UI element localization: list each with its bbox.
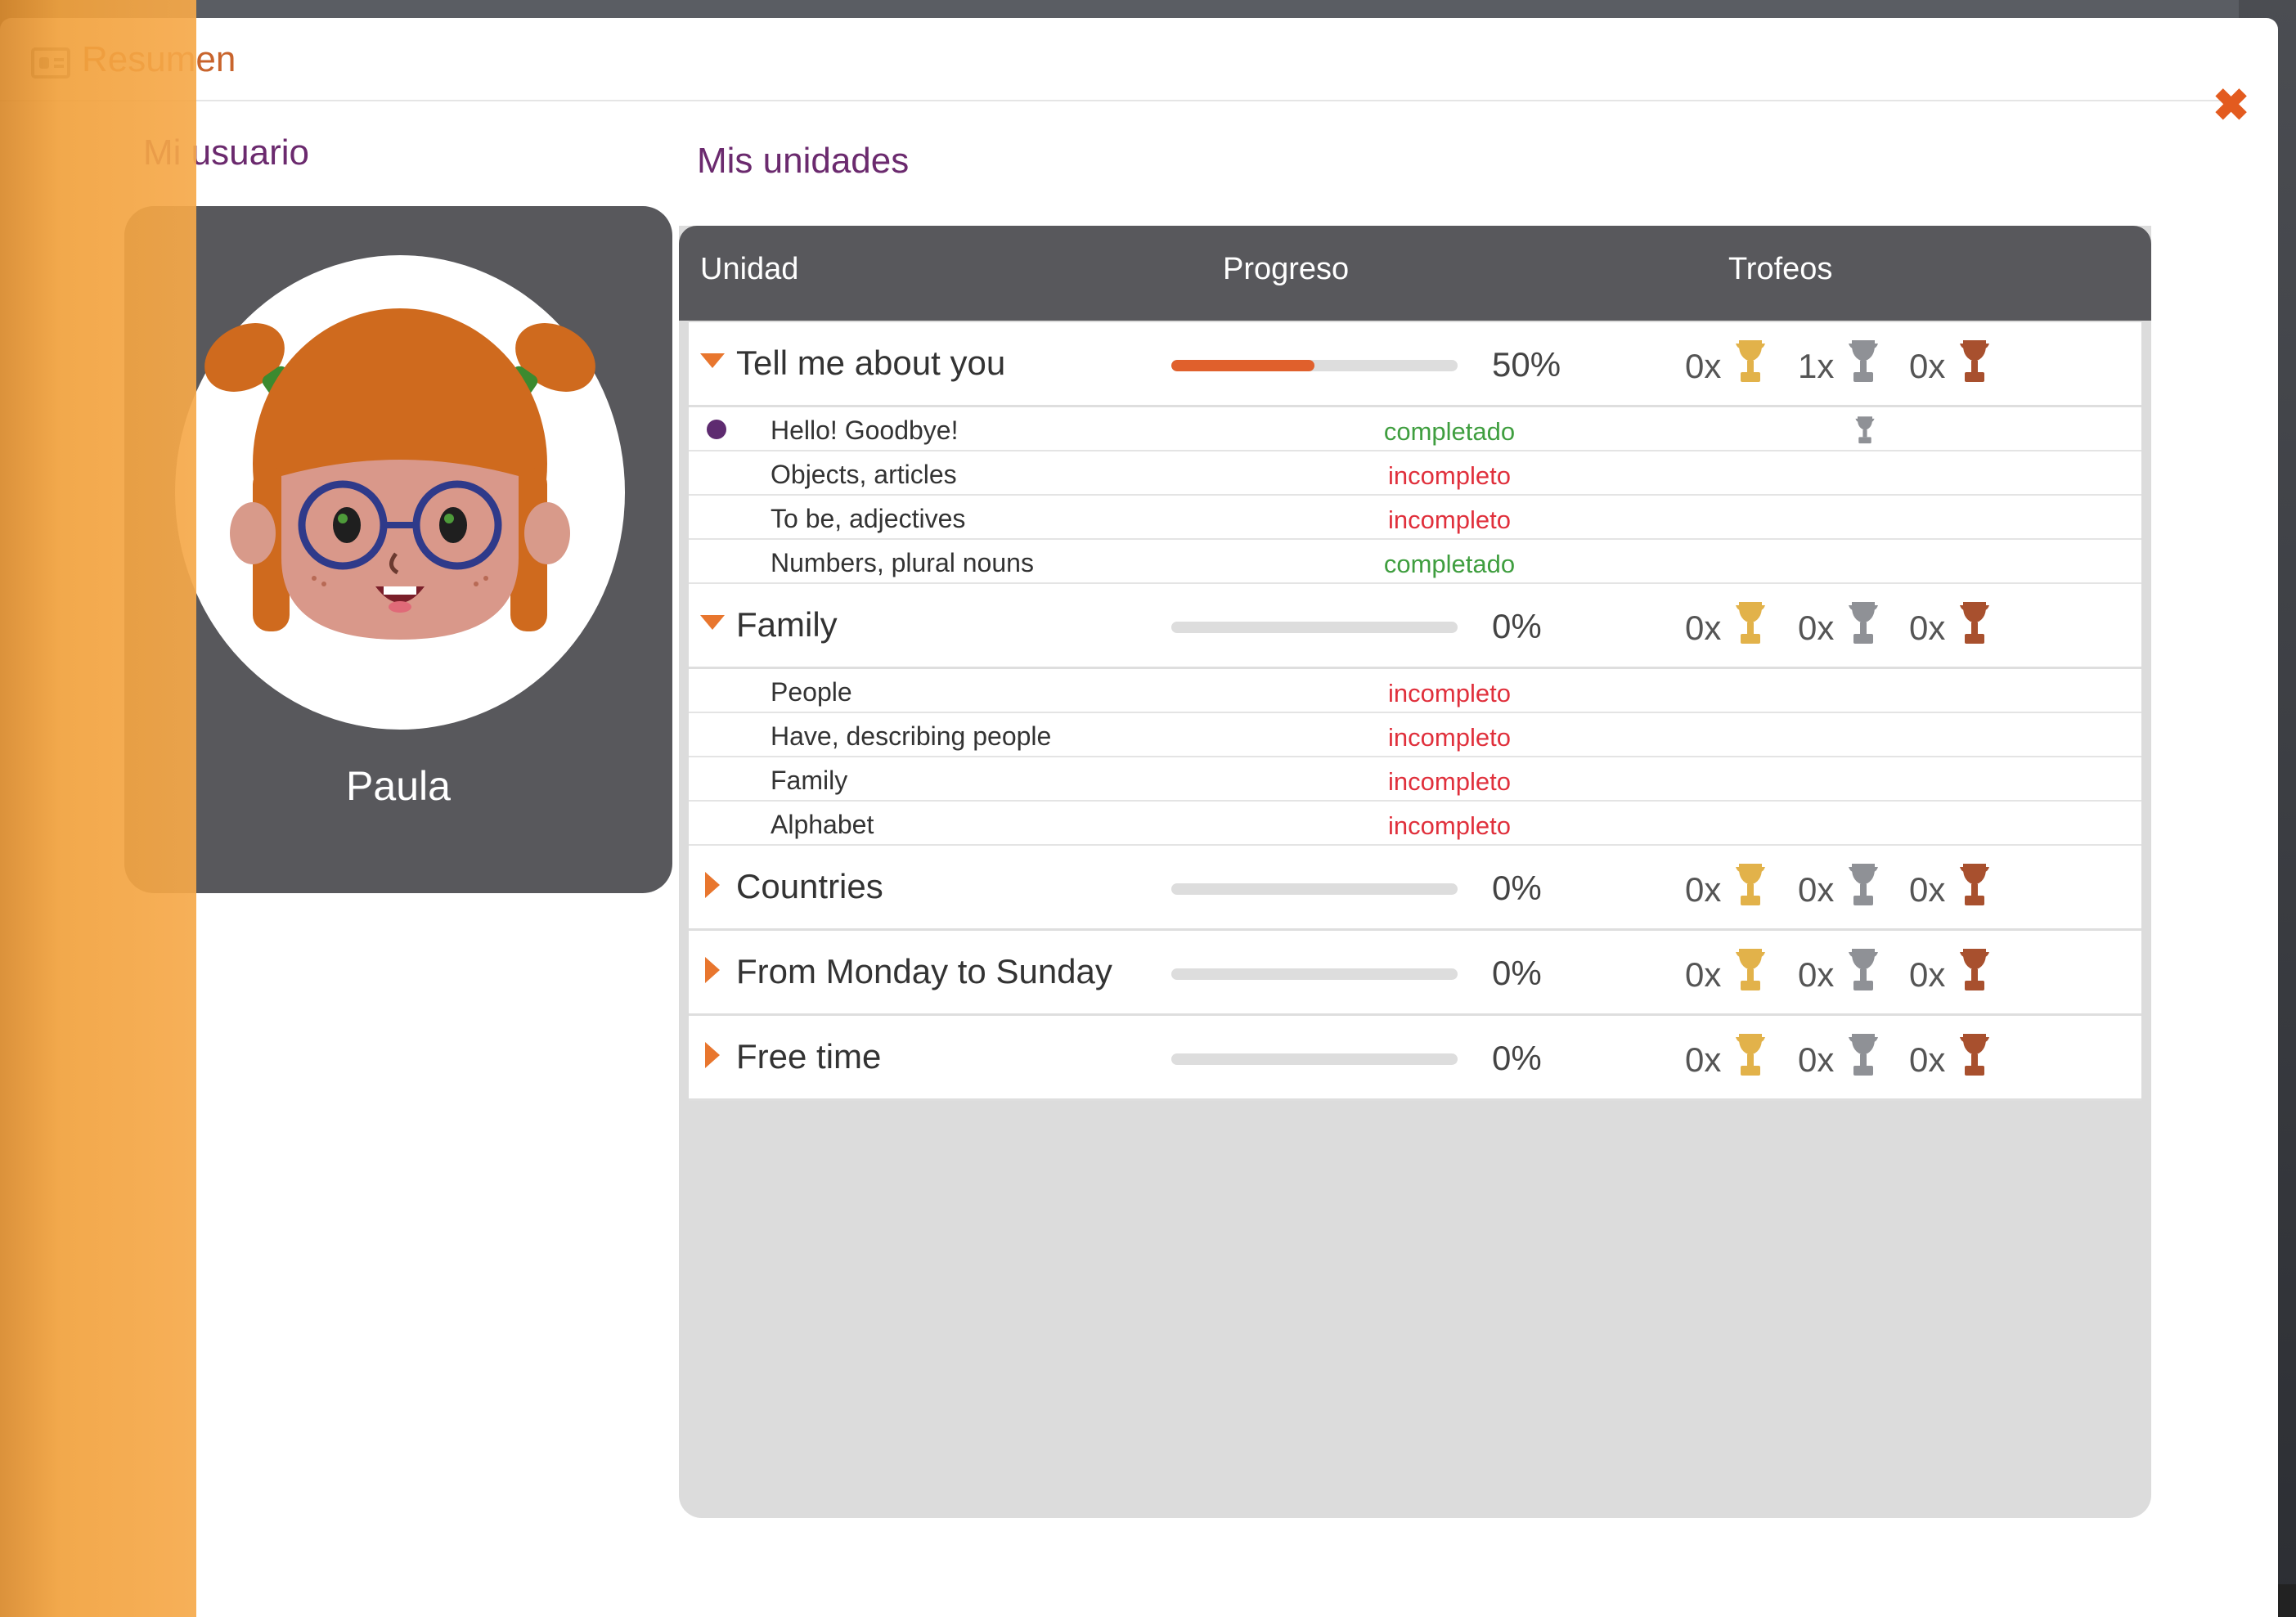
- lesson-status: incompleto: [1388, 767, 1511, 796]
- avatar-girl-icon: [204, 308, 595, 640]
- trophy-count-label: 0x: [1685, 609, 1722, 647]
- trophy-count-label: 0x: [1909, 609, 1946, 647]
- lesson-row[interactable]: People incompleto: [689, 669, 2141, 713]
- column-trophies: Trofeos: [1728, 252, 1833, 286]
- lesson-status: incompleto: [1388, 811, 1511, 840]
- silver-trophy-icon: [1849, 1034, 1878, 1076]
- avatar: [175, 255, 625, 730]
- progress-bar: [1171, 622, 1458, 633]
- trophy-count-label: 0x: [1798, 870, 1835, 909]
- user-card: Paula: [124, 206, 672, 893]
- bronze-trophy-icon: [1960, 340, 1989, 382]
- lesson-name[interactable]: Alphabet: [771, 810, 874, 840]
- user-name: Paula: [346, 763, 451, 809]
- lesson-row[interactable]: Objects, articles incompleto: [689, 451, 2141, 496]
- lesson-status: completado: [1383, 417, 1516, 446]
- progress-percent: 0%: [1492, 869, 1542, 907]
- progress-percent: 0%: [1492, 954, 1542, 992]
- modal-header: Resumen: [0, 18, 2241, 101]
- caret-right-icon[interactable]: [705, 1042, 720, 1068]
- unit-name[interactable]: From Monday to Sunday: [736, 952, 1112, 991]
- lesson-name[interactable]: Numbers, plural nouns: [771, 548, 1034, 578]
- unit-row[interactable]: Tell me about you 50% 0x 1x 0x: [689, 322, 2141, 407]
- lesson-row[interactable]: Have, describing people incompleto: [689, 713, 2141, 757]
- gold-trophy-icon: [1736, 1034, 1765, 1076]
- column-progress: Progreso: [1223, 252, 1350, 286]
- lesson-row[interactable]: Hello! Goodbye! completado: [689, 407, 2141, 451]
- lesson-status: incompleto: [1388, 505, 1511, 534]
- gold-trophy-icon: [1736, 864, 1765, 905]
- trophy-count-label: 0x: [1909, 870, 1946, 909]
- units-section-title: Mis unidades: [697, 141, 910, 181]
- lesson-name[interactable]: People: [771, 677, 852, 707]
- unit-row[interactable]: Countries 0% 0x 0x 0x: [689, 846, 2141, 931]
- trophy-count-label: 0x: [1909, 955, 1946, 994]
- progress-bar: [1171, 968, 1458, 980]
- units-panel: Unidad Progreso Trofeos Tell me about yo…: [679, 226, 2151, 1518]
- gold-trophy-icon: [1736, 340, 1765, 382]
- unit-row[interactable]: Free time 0% 0x 0x 0x: [689, 1016, 2141, 1101]
- lesson-name[interactable]: Objects, articles: [771, 460, 957, 490]
- unit-name[interactable]: Countries: [736, 867, 883, 906]
- caret-right-icon[interactable]: [705, 872, 720, 898]
- caret-down-icon[interactable]: [700, 353, 725, 368]
- summary-modal: Resumen ✖ Mi usuario Mis unidades: [0, 18, 2278, 1617]
- units-table-header: Unidad Progreso Trofeos: [679, 226, 2151, 321]
- lesson-name[interactable]: Have, describing people: [771, 721, 1051, 752]
- progress-bar: [1171, 360, 1458, 371]
- lesson-status: incompleto: [1388, 723, 1511, 752]
- gold-trophy-icon: [1736, 949, 1765, 990]
- units-list: Tell me about you 50% 0x 1x 0x Hello! Goodbye…: [689, 322, 2141, 1101]
- progress-percent: 50%: [1492, 345, 1561, 384]
- unit-row[interactable]: Family 0% 0x 0x 0x: [689, 584, 2141, 669]
- lesson-name[interactable]: To be, adjectives: [771, 504, 965, 534]
- silver-trophy-icon: [1855, 416, 1875, 444]
- bronze-trophy-icon: [1960, 949, 1989, 990]
- trophy-count-label: 0x: [1909, 1040, 1946, 1079]
- unit-row[interactable]: From Monday to Sunday 0% 0x 0x 0x: [689, 931, 2141, 1016]
- trophy-count-label: 0x: [1798, 955, 1835, 994]
- lesson-status: incompleto: [1388, 461, 1511, 490]
- lesson-status: incompleto: [1388, 679, 1511, 707]
- unit-name[interactable]: Family: [736, 605, 838, 645]
- progress-percent: 0%: [1492, 1039, 1542, 1077]
- trophy-count-label: 0x: [1798, 1040, 1835, 1079]
- trophy-count-label: 1x: [1798, 347, 1835, 385]
- trophy-count-label: 0x: [1685, 1040, 1722, 1079]
- gold-trophy-icon: [1736, 602, 1765, 644]
- caret-down-icon[interactable]: [700, 615, 725, 630]
- bronze-trophy-icon: [1960, 1034, 1989, 1076]
- lesson-row[interactable]: To be, adjectives incompleto: [689, 496, 2141, 540]
- progress-percent: 0%: [1492, 607, 1542, 645]
- close-button[interactable]: ✖: [2213, 83, 2249, 128]
- progress-bar: [1171, 883, 1458, 895]
- orange-side-panel: [0, 0, 196, 1617]
- trophy-count-label: 0x: [1909, 347, 1946, 385]
- current-lesson-dot-icon: [707, 420, 726, 439]
- silver-trophy-icon: [1849, 340, 1878, 382]
- progress-bar-fill: [1171, 360, 1314, 371]
- trophy-count-label: 0x: [1798, 609, 1835, 647]
- silver-trophy-icon: [1849, 949, 1878, 990]
- trophy-count-label: 0x: [1685, 347, 1722, 385]
- lesson-row[interactable]: Numbers, plural nouns completado: [689, 540, 2141, 584]
- unit-name[interactable]: Free time: [736, 1037, 881, 1076]
- silver-trophy-icon: [1849, 864, 1878, 905]
- trophy-count-label: 0x: [1685, 870, 1722, 909]
- lesson-name[interactable]: Family: [771, 766, 847, 796]
- trophy-count-label: 0x: [1685, 955, 1722, 994]
- lesson-row[interactable]: Alphabet incompleto: [689, 802, 2141, 846]
- lesson-row[interactable]: Family incompleto: [689, 757, 2141, 802]
- lesson-status: completado: [1383, 550, 1516, 578]
- bronze-trophy-icon: [1960, 864, 1989, 905]
- progress-bar: [1171, 1053, 1458, 1065]
- lesson-name[interactable]: Hello! Goodbye!: [771, 415, 958, 446]
- silver-trophy-icon: [1849, 602, 1878, 644]
- bronze-trophy-icon: [1960, 602, 1989, 644]
- caret-right-icon[interactable]: [705, 957, 720, 983]
- unit-name[interactable]: Tell me about you: [736, 344, 1005, 383]
- column-unit: Unidad: [700, 252, 799, 286]
